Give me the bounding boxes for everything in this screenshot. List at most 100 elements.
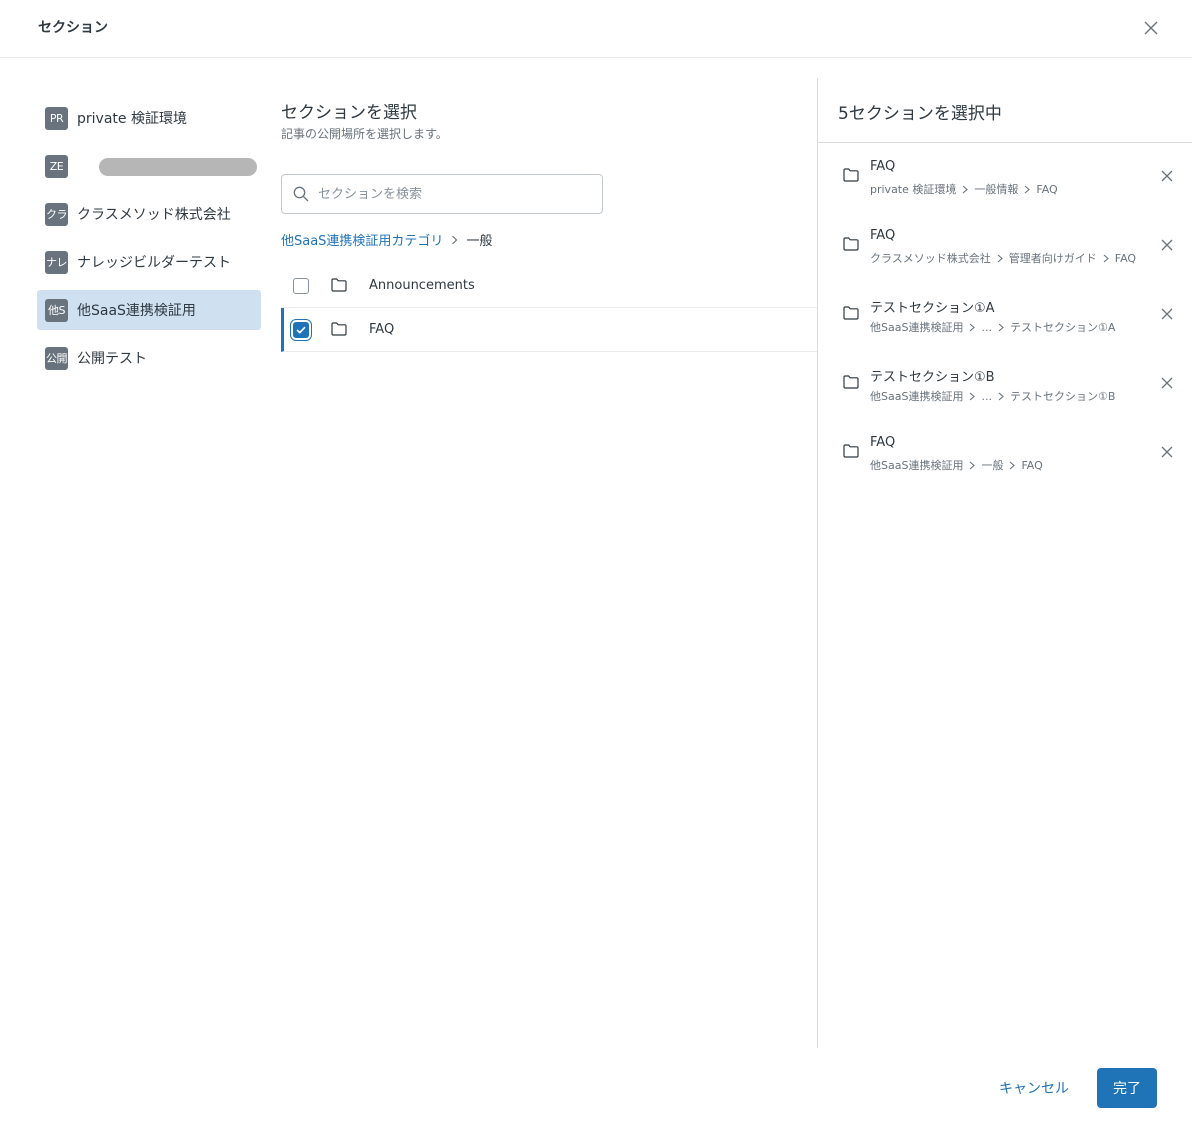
- close-button[interactable]: [1140, 17, 1162, 39]
- brand-label: private 検証環境: [77, 111, 187, 127]
- brand-badge: クラ: [45, 202, 68, 226]
- brand-list: PR private 検証環境 ZE クラ クラスメソッド株式会社 ナレ ナレッ…: [37, 98, 261, 386]
- brand-badge: ナレ: [45, 250, 68, 274]
- remove-selection-button[interactable]: [1157, 235, 1177, 255]
- cancel-button[interactable]: キャンセル: [996, 1068, 1072, 1108]
- selected-item-name: テストセクション①A: [870, 301, 995, 316]
- redaction-mask: [99, 158, 257, 176]
- selected-item: FAQ private 検証環境 一般情報 FAQ: [818, 143, 1192, 212]
- selected-item: FAQ 他SaaS連携検証用 一般 FAQ: [818, 419, 1192, 488]
- search-input[interactable]: [318, 186, 588, 202]
- path-segment: テストセクション①A: [1009, 321, 1116, 334]
- path-segment: 他SaaS連携検証用: [870, 390, 964, 403]
- selected-panel: 5セクションを選択中 FAQ private 検証環境 一般情報 FAQ FAQ…: [817, 78, 1192, 1048]
- close-icon: [1161, 308, 1173, 320]
- selected-item-path: 他SaaS連携検証用 ... テストセクション①A: [870, 319, 1115, 335]
- picker-title: セクションを選択: [281, 103, 417, 123]
- brand-badge: 他S: [45, 298, 68, 322]
- section-checkbox[interactable]: [293, 321, 309, 338]
- selected-item-name: FAQ: [870, 159, 896, 174]
- selected-item-path: クラスメソッド株式会社 管理者向けガイド FAQ: [870, 250, 1136, 266]
- chevron-right-icon: [998, 392, 1004, 401]
- search-box[interactable]: [281, 174, 603, 214]
- picker-subtitle: 記事の公開場所を選択します。: [281, 127, 448, 141]
- path-segment: 他SaaS連携検証用: [870, 321, 964, 334]
- brand-badge: ZE: [45, 154, 68, 178]
- folder-icon: [331, 322, 347, 336]
- selected-item-name: テストセクション①B: [870, 370, 995, 385]
- close-icon: [1161, 377, 1173, 389]
- brand-item-public-test[interactable]: 公開 公開テスト: [37, 338, 261, 378]
- section-label: FAQ: [369, 322, 395, 337]
- chevron-right-icon: [1103, 254, 1109, 263]
- close-icon: [1161, 446, 1173, 458]
- brand-label: 他SaaS連携検証用: [77, 303, 196, 319]
- chevron-right-icon: [451, 235, 458, 245]
- close-icon: [1161, 239, 1173, 251]
- remove-selection-button[interactable]: [1157, 373, 1177, 393]
- folder-icon: [331, 278, 347, 292]
- selected-item-path: 他SaaS連携検証用 一般 FAQ: [870, 457, 1043, 473]
- folder-icon: [843, 444, 859, 458]
- checkmark-icon: [296, 326, 306, 334]
- remove-selection-button[interactable]: [1157, 166, 1177, 186]
- path-ellipsis[interactable]: ...: [981, 390, 992, 403]
- path-segment: 管理者向けガイド: [1008, 252, 1097, 265]
- folder-icon: [843, 237, 859, 251]
- brand-item-other-saas[interactable]: 他S 他SaaS連携検証用: [37, 290, 261, 330]
- modal-title: セクション: [38, 20, 108, 36]
- brand-label: ナレッジビルダーテスト: [77, 255, 231, 271]
- close-icon: [1161, 170, 1173, 182]
- brand-item-ze[interactable]: ZE: [37, 146, 261, 186]
- path-segment: FAQ: [1114, 251, 1137, 265]
- breadcrumb: 他SaaS連携検証用カテゴリ 一般: [281, 230, 492, 249]
- path-segment: 一般: [981, 459, 1004, 472]
- brand-label: 公開テスト: [77, 351, 147, 367]
- path-segment: 一般情報: [974, 183, 1019, 196]
- breadcrumb-parent-link[interactable]: 他SaaS連携検証用カテゴリ: [281, 230, 443, 249]
- folder-icon: [843, 375, 859, 389]
- remove-selection-button[interactable]: [1157, 304, 1177, 324]
- chevron-right-icon: [969, 392, 976, 401]
- brand-item-private[interactable]: PR private 検証環境: [37, 98, 261, 138]
- brand-item-knowledge-builder[interactable]: ナレ ナレッジビルダーテスト: [37, 242, 261, 282]
- folder-icon: [843, 306, 859, 320]
- done-button[interactable]: 完了: [1097, 1068, 1157, 1108]
- path-segment: 他SaaS連携検証用: [870, 459, 964, 472]
- selected-item-path: 他SaaS連携検証用 ... テストセクション①B: [870, 388, 1115, 404]
- search-icon: [293, 186, 309, 202]
- selected-item-name: FAQ: [870, 435, 896, 450]
- brand-item-classmethod[interactable]: クラ クラスメソッド株式会社: [37, 194, 261, 234]
- remove-selection-button[interactable]: [1157, 442, 1177, 462]
- chevron-right-icon: [998, 323, 1004, 332]
- section-checkbox[interactable]: [293, 277, 309, 294]
- section-picker: セクションを選択 記事の公開場所を選択します。 他SaaS連携検証用カテゴリ 一…: [281, 98, 817, 352]
- selected-item-path: private 検証環境 一般情報 FAQ: [870, 181, 1058, 197]
- path-segment: クラスメソッド株式会社: [870, 252, 991, 265]
- section-label: Announcements: [369, 278, 475, 293]
- selected-item: FAQ クラスメソッド株式会社 管理者向けガイド FAQ: [818, 212, 1192, 281]
- path-ellipsis[interactable]: ...: [981, 321, 992, 334]
- chevron-right-icon: [962, 185, 969, 194]
- brand-badge: PR: [45, 106, 68, 130]
- path-segment: private 検証環境: [870, 183, 957, 196]
- path-segment: FAQ: [1036, 182, 1058, 196]
- chevron-right-icon: [969, 461, 976, 470]
- chevron-right-icon: [1009, 461, 1016, 470]
- selected-item: テストセクション①B 他SaaS連携検証用 ... テストセクション①B: [818, 350, 1192, 419]
- section-row-faq[interactable]: FAQ: [281, 308, 817, 352]
- section-row-announcements[interactable]: Announcements: [281, 264, 817, 308]
- close-icon: [1144, 21, 1158, 35]
- selected-item: テストセクション①A 他SaaS連携検証用 ... テストセクション①A: [818, 281, 1192, 350]
- chevron-right-icon: [969, 323, 976, 332]
- path-segment: FAQ: [1021, 458, 1043, 472]
- selected-item-name: FAQ: [870, 228, 896, 243]
- chevron-right-icon: [1024, 185, 1031, 194]
- selected-count-title: 5セクションを選択中: [818, 78, 1192, 143]
- path-segment: テストセクション①B: [1009, 390, 1116, 403]
- folder-icon: [843, 168, 859, 182]
- breadcrumb-current: 一般: [466, 234, 493, 249]
- section-list: Announcements FAQ: [281, 264, 817, 352]
- modal-header: セクション: [0, 0, 1192, 58]
- brand-label: クラスメソッド株式会社: [77, 207, 231, 223]
